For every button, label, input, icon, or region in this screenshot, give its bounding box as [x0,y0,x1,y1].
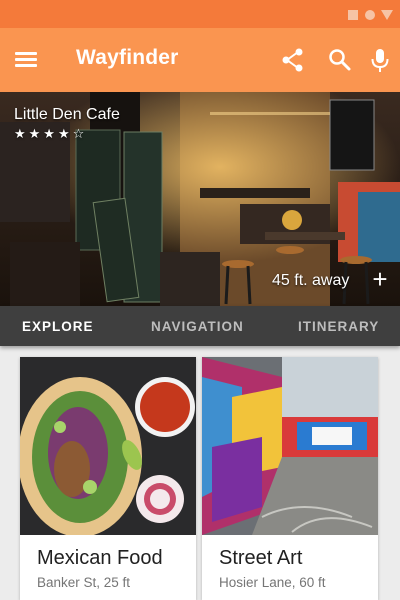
search-icon[interactable] [326,46,354,74]
status-bar [0,0,400,28]
place-card-mexican-food[interactable]: Mexican Food Banker St, 25 ft [20,357,196,600]
back-icon [381,10,393,20]
card-title: Street Art [219,547,303,569]
star-rating: ★★★★☆ [14,126,88,141]
mic-icon[interactable] [366,46,394,74]
card-subtitle: Hosier Lane, 60 ft [219,575,326,590]
place-card-street-art[interactable]: Street Art Hosier Lane, 60 ft [202,357,378,600]
tab-itinerary[interactable]: ITINERARY [298,319,379,334]
recent-apps-icon [348,10,358,20]
distance-label: 45 ft. away [272,272,350,289]
app-bar: Wayfinder [0,28,400,92]
tab-explore[interactable]: EXPLORE [22,319,94,334]
mexican-food-photo [20,357,196,535]
tab-bar: EXPLORE NAVIGATION ITINERARY [0,306,400,346]
card-subtitle: Banker St, 25 ft [37,575,131,590]
card-title: Mexican Food [37,547,163,569]
street-art-photo [202,357,378,535]
add-icon[interactable]: + [370,266,390,292]
tab-navigation[interactable]: NAVIGATION [151,319,244,334]
menu-icon[interactable] [12,46,40,74]
home-icon [365,10,375,20]
share-icon[interactable] [279,46,307,74]
featured-place-hero[interactable]: Little Den Cafe ★★★★☆ 45 ft. away + [0,92,400,306]
app-title: Wayfinder [76,46,179,69]
place-name: Little Den Cafe [14,106,120,123]
